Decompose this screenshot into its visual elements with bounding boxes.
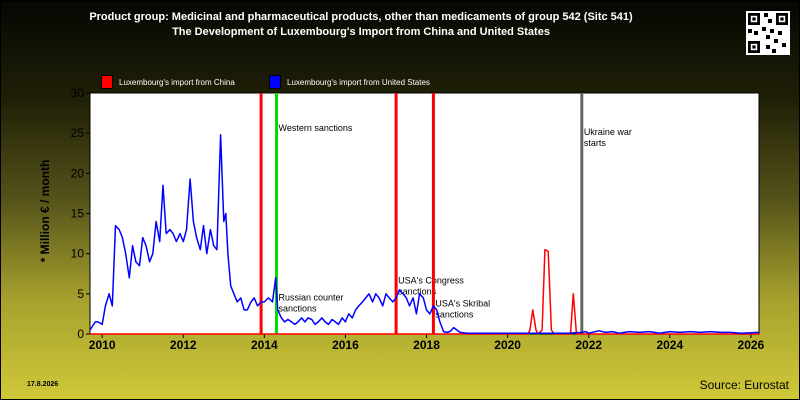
x-tick-label: 2018 <box>413 338 440 352</box>
event-label-line: Russian counter <box>279 292 344 302</box>
x-tick-label: 2022 <box>575 338 602 352</box>
y-tick-label: 0 <box>77 327 84 341</box>
y-tick-label: 5 <box>77 287 84 301</box>
x-tick-label: 2026 <box>738 338 765 352</box>
x-tick-label: 2012 <box>170 338 197 352</box>
event-label-line: USA's Congress <box>398 275 464 285</box>
event-label: Western sanctions <box>279 123 353 133</box>
event-label-line: sanctions <box>435 310 474 320</box>
y-tick-label: 10 <box>71 247 85 261</box>
plot-area <box>89 92 760 335</box>
x-tick-label: 2014 <box>251 338 278 352</box>
x-tick-label: 2020 <box>494 338 521 352</box>
x-tick-label: 2016 <box>332 338 359 352</box>
event-label-line: USA's Skribal <box>435 299 490 309</box>
y-tick-label: 25 <box>71 126 85 140</box>
event-label-line: Western sanctions <box>279 123 353 133</box>
y-tick-label: 15 <box>71 207 85 221</box>
y-tick-label: 20 <box>71 166 85 180</box>
footer-date: 17.8.2026 <box>27 381 59 388</box>
x-tick-label: 2010 <box>89 338 116 352</box>
chart-plot: 0 5 10 15 20 25 30 2010 2012 2014 2016 2018 2020 2022… <box>71 86 765 352</box>
footer-source: Source: Eurostat <box>699 378 789 392</box>
x-tick-label: 2024 <box>656 338 683 352</box>
y-tick-label: 30 <box>71 86 85 100</box>
event-label-line: sanctions <box>279 303 318 313</box>
chart-frame: Product group: Medicinal and pharmaceuti… <box>0 0 800 400</box>
event-label-line: starts <box>584 138 607 148</box>
event-label-line: Ukraine war <box>584 127 632 137</box>
